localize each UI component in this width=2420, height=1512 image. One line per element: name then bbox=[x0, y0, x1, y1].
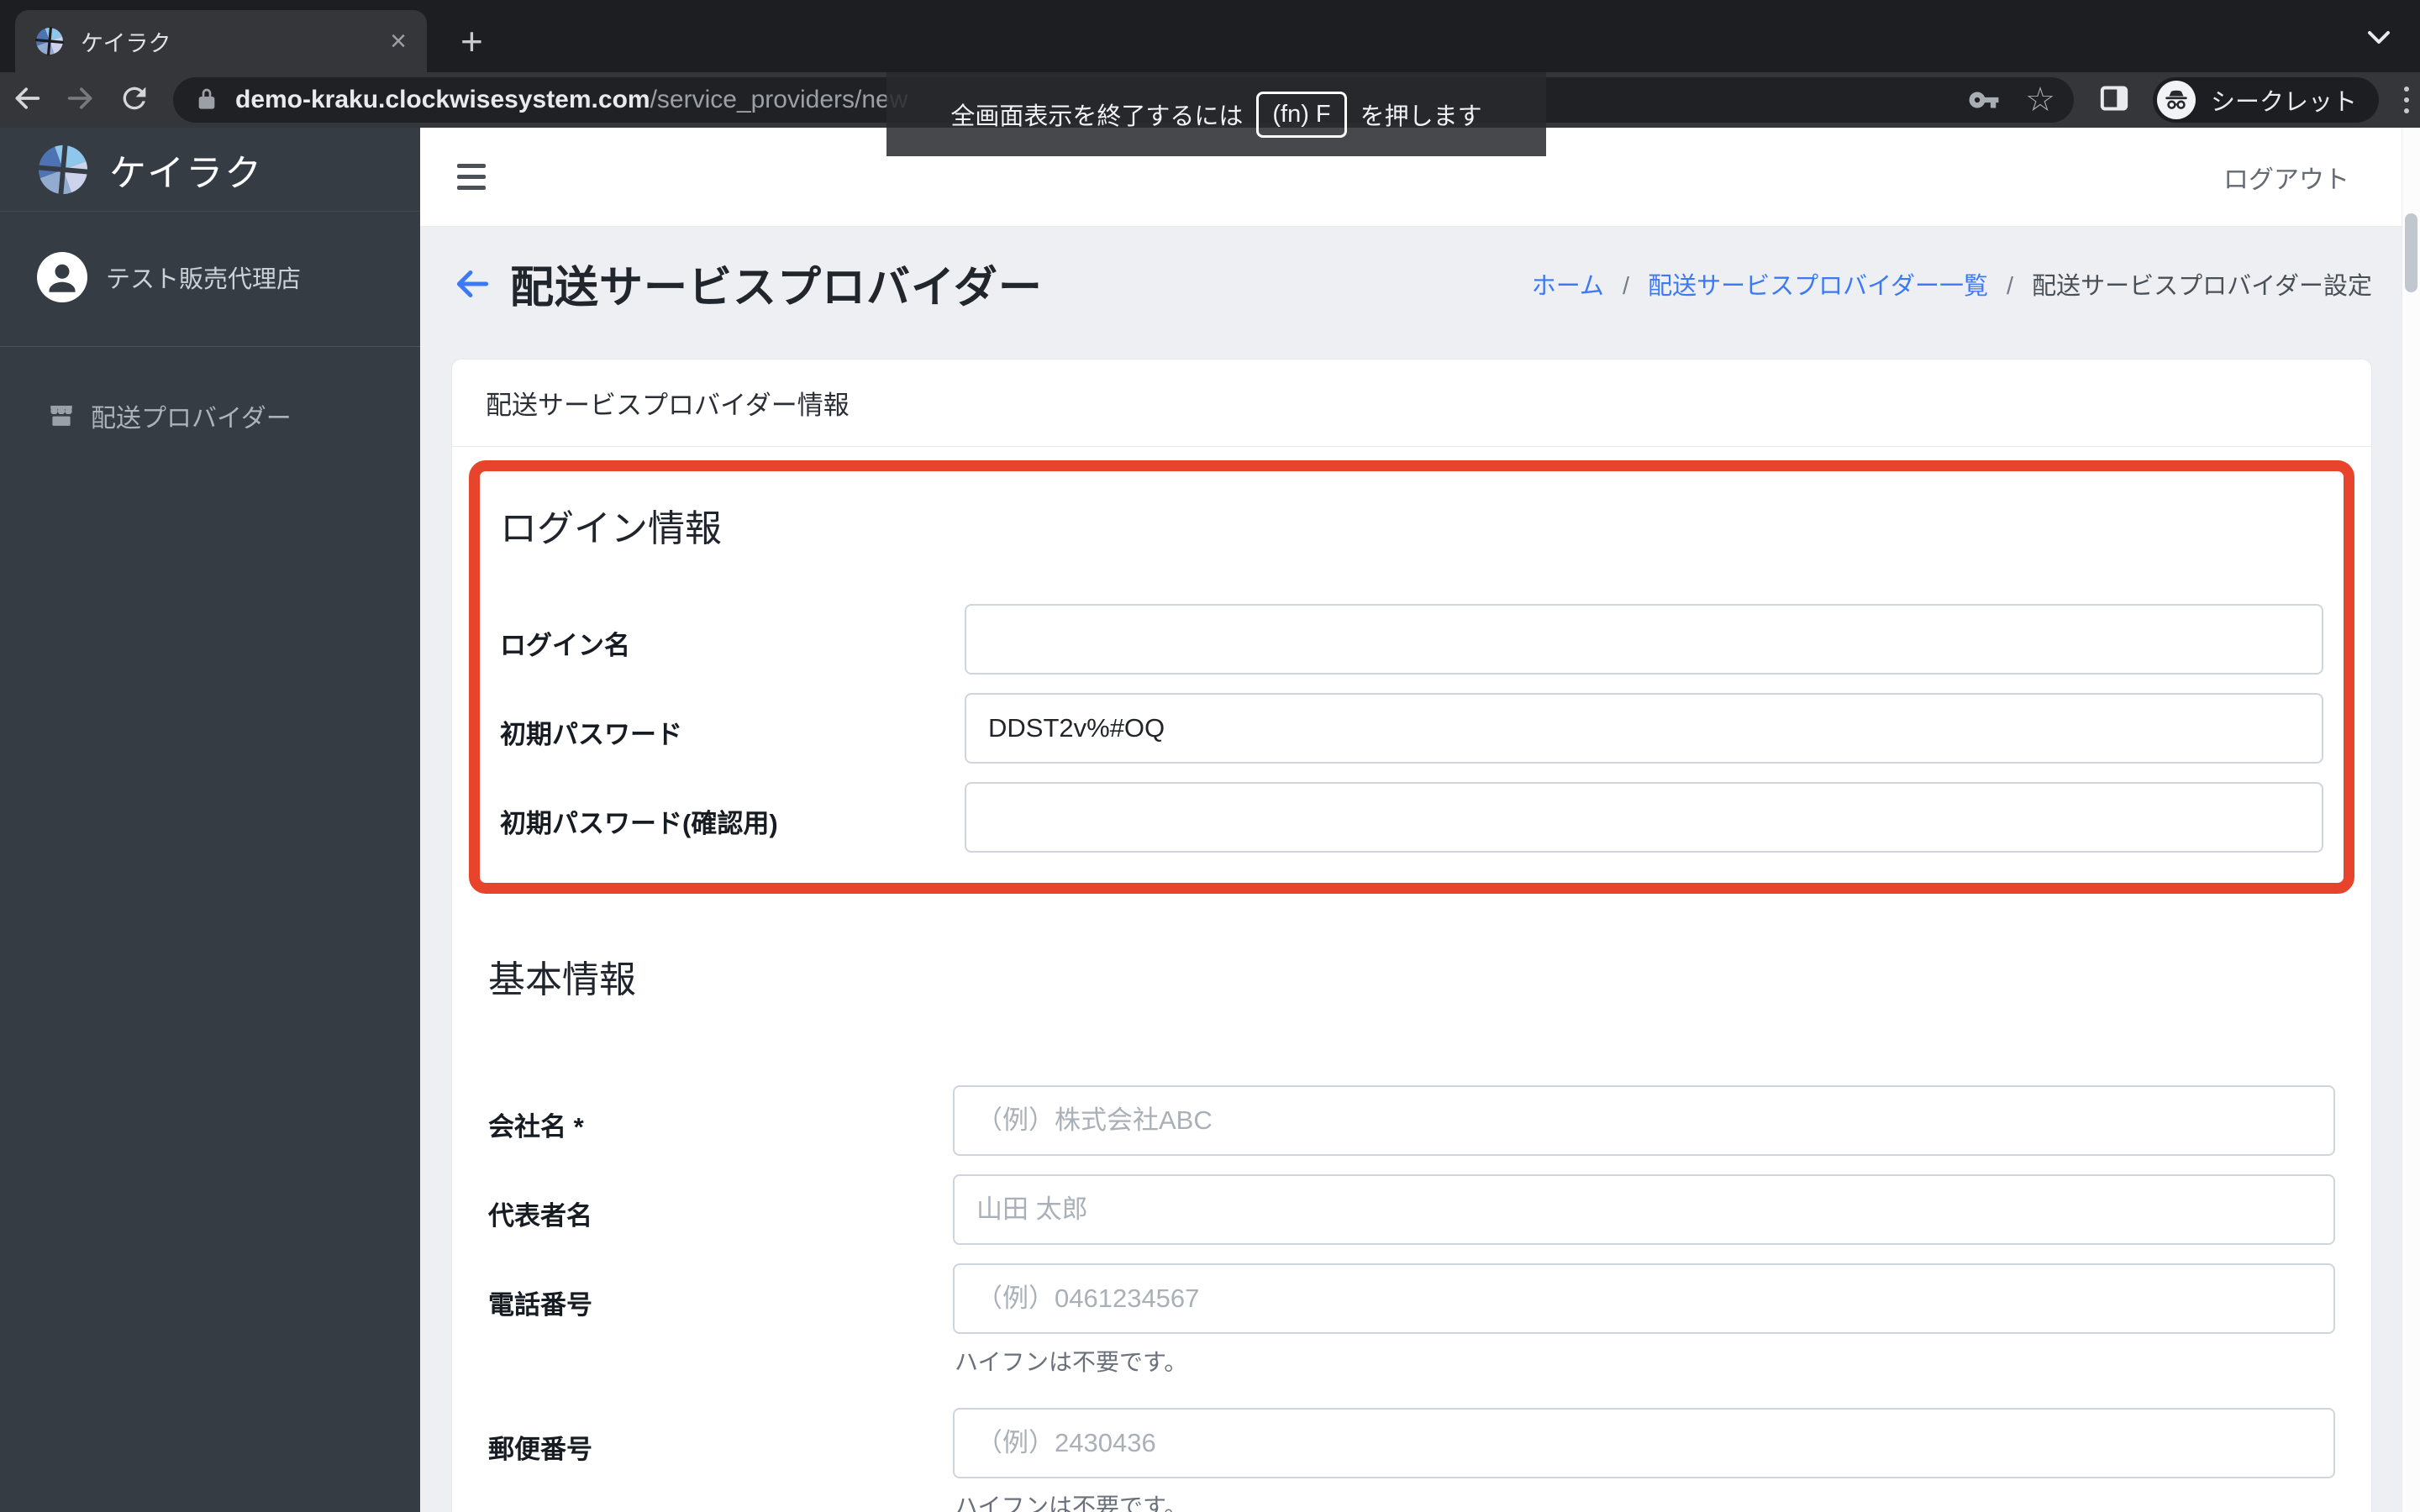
forward-icon[interactable] bbox=[54, 81, 108, 119]
lock-icon bbox=[198, 88, 215, 109]
app-logo-icon bbox=[35, 27, 64, 55]
basic-section: 基本情報 会社名 * 代表者名 電話番号 bbox=[469, 949, 2354, 1512]
sidebar-item-label: 配送プロバイダー bbox=[91, 405, 292, 433]
browser-menu-icon[interactable] bbox=[2399, 81, 2414, 118]
page-scrollbar[interactable] bbox=[2402, 128, 2420, 1512]
chevron-down-icon[interactable] bbox=[2365, 29, 2393, 47]
url-host: demo-kraku.clockwisesystem.com bbox=[235, 86, 650, 113]
sidebar-item-providers[interactable]: 配送プロバイダー bbox=[0, 397, 420, 434]
reload-icon[interactable] bbox=[108, 81, 161, 119]
field-help: ハイフンは不要です。 bbox=[955, 1494, 1188, 1512]
key-icon[interactable] bbox=[1968, 84, 2000, 116]
company-name-input[interactable] bbox=[953, 1085, 2335, 1156]
brand-name: ケイラク bbox=[109, 152, 264, 194]
user-avatar-icon bbox=[37, 252, 87, 302]
toast-text-prefix: 全画面表示を終了するには bbox=[950, 103, 1244, 130]
side-panel-icon[interactable] bbox=[2097, 81, 2131, 119]
field-label: 代表者名 bbox=[488, 1201, 592, 1231]
main-area: ログアウト 配送サービスプロバイダー ホーム / 配送サービスプロバイダー一覧 … bbox=[420, 128, 2420, 1512]
breadcrumb-separator: / bbox=[1623, 272, 1630, 300]
content: 配送サービスプロバイダー ホーム / 配送サービスプロバイダー一覧 / 配送サー… bbox=[420, 227, 2420, 1512]
form-row-representative: 代表者名 bbox=[488, 1174, 2335, 1245]
breadcrumb: ホーム / 配送サービスプロバイダー一覧 / 配送サービスプロバイダー設定 bbox=[1532, 266, 2372, 302]
login-section-title: ログイン情報 bbox=[500, 508, 722, 549]
initial-password-input[interactable] bbox=[965, 693, 2323, 764]
card-title: 配送サービスプロバイダー情報 bbox=[452, 360, 2371, 447]
provider-card: 配送サービスプロバイダー情報 ログイン情報 ログイン名 初期パスワード DDST… bbox=[451, 359, 2372, 1512]
close-tab-icon[interactable]: × bbox=[390, 27, 407, 55]
breadcrumb-home[interactable]: ホーム bbox=[1532, 273, 1604, 300]
incognito-icon bbox=[2157, 81, 2196, 119]
incognito-badge[interactable]: シークレット bbox=[2153, 77, 2380, 123]
brand[interactable]: ケイラク bbox=[0, 128, 420, 212]
sidebar-divider bbox=[0, 346, 420, 347]
incognito-label: シークレット bbox=[2211, 89, 2358, 116]
field-label: 会社名 * bbox=[488, 1112, 584, 1142]
toast-key-label: (fn) F bbox=[1256, 91, 1347, 138]
form-row-password-confirm: 初期パスワード(確認用) bbox=[500, 782, 2323, 853]
form-row-postal: 郵便番号 ハイフンは不要です。 bbox=[488, 1408, 2335, 1512]
sidebar-user[interactable]: テスト販売代理店 bbox=[0, 252, 420, 302]
tab-title: ケイラク bbox=[81, 30, 171, 56]
field-label: 郵便番号 bbox=[488, 1435, 592, 1464]
form-row-phone: 電話番号 ハイフンは不要です。 bbox=[488, 1263, 2335, 1389]
sidebar: ケイラク テスト販売代理店 配送プロバイダー bbox=[0, 128, 420, 1512]
page-title: 配送サービスプロバイダー bbox=[510, 264, 1043, 312]
toast-text-suffix: を押します bbox=[1360, 103, 1482, 130]
browser-tab-strip: ケイラク × + bbox=[0, 0, 2420, 72]
card-body: ログイン情報 ログイン名 初期パスワード 初期パスワード(確認用) bbox=[452, 447, 2371, 1512]
login-section-highlight: ログイン情報 ログイン名 初期パスワード 初期パスワード(確認用) bbox=[469, 460, 2354, 894]
form-row-company: 会社名 * bbox=[488, 1085, 2335, 1156]
page-head: 配送サービスプロバイダー ホーム / 配送サービスプロバイダー一覧 / 配送サー… bbox=[451, 252, 2372, 315]
breadcrumb-separator: / bbox=[2007, 272, 2014, 300]
field-help: ハイフンは不要です。 bbox=[955, 1349, 1188, 1375]
browser-tab[interactable]: ケイラク × bbox=[15, 10, 427, 72]
form-row-login-name: ログイン名 bbox=[500, 604, 2323, 675]
store-icon bbox=[50, 405, 72, 426]
representative-name-input[interactable] bbox=[953, 1174, 2335, 1245]
app-window: ケイラク テスト販売代理店 配送プロバイダー ログアウト 配送サービスプロバイダ… bbox=[0, 128, 2420, 1512]
app-logo-icon bbox=[37, 143, 89, 196]
breadcrumb-list[interactable]: 配送サービスプロバイダー一覧 bbox=[1648, 273, 1988, 300]
phone-number-input[interactable] bbox=[953, 1263, 2335, 1334]
form-row-initial-password: 初期パスワード bbox=[500, 693, 2323, 764]
field-label: 初期パスワード(確認用) bbox=[500, 809, 778, 838]
field-label: 電話番号 bbox=[488, 1290, 592, 1320]
user-name: テスト販売代理店 bbox=[106, 266, 302, 293]
logout-link[interactable]: ログアウト bbox=[2223, 159, 2349, 196]
postal-code-input[interactable] bbox=[953, 1408, 2335, 1478]
basic-section-title: 基本情報 bbox=[488, 959, 636, 1000]
field-label: 初期パスワード bbox=[500, 720, 682, 749]
fullscreen-toast: 全画面表示を終了するには (fn) F を押します bbox=[886, 72, 1546, 156]
new-tab-icon[interactable]: + bbox=[460, 22, 483, 60]
hamburger-icon[interactable] bbox=[457, 164, 486, 190]
breadcrumb-current: 配送サービスプロバイダー設定 bbox=[2032, 272, 2372, 300]
scrollbar-thumb[interactable] bbox=[2405, 213, 2417, 292]
star-icon[interactable]: ☆ bbox=[2025, 83, 2055, 117]
password-confirm-input[interactable] bbox=[965, 782, 2323, 853]
back-icon[interactable] bbox=[0, 81, 54, 119]
url-path: /service_providers/new bbox=[650, 86, 908, 113]
field-label: ログイン名 bbox=[500, 631, 630, 660]
login-name-input[interactable] bbox=[965, 604, 2323, 675]
back-arrow-icon[interactable] bbox=[451, 263, 493, 305]
